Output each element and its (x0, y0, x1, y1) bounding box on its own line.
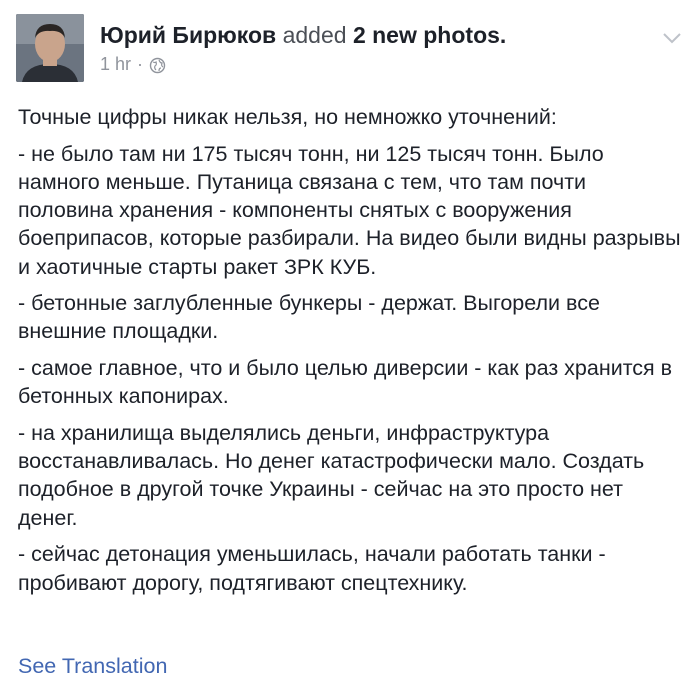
action-text: added (282, 22, 347, 48)
meta-separator: · (137, 54, 144, 74)
see-translation-link[interactable]: See Translation (18, 652, 167, 680)
time-line: 1 hr · (100, 52, 506, 76)
author-avatar[interactable] (16, 14, 84, 82)
chevron-down-icon[interactable] (660, 26, 684, 50)
post-paragraph: Точные цифры никак нельзя, но немножко у… (18, 105, 557, 129)
post-paragraph: - сейчас детонация уменьшилась, начали р… (18, 542, 606, 595)
post-timestamp[interactable]: 1 hr (100, 52, 131, 76)
author-line: Юрий Бирюков added 2 new photos. (100, 20, 506, 50)
post-paragraph: - самое главное, что и было целью диверс… (18, 356, 673, 409)
post-paragraph: - на хранилища выделялись деньги, инфрас… (18, 421, 645, 530)
post-body: Точные цифры никак нельзя, но немножко у… (18, 103, 686, 605)
post-meta: Юрий Бирюков added 2 new photos. 1 hr · (100, 20, 506, 76)
author-name[interactable]: Юрий Бирюков (100, 22, 276, 48)
post-paragraph: - бетонные заглубленные бункеры - держат… (18, 291, 600, 344)
photos-count-link[interactable]: 2 new photos. (353, 22, 506, 48)
post-paragraph: - не было там ни 175 тысяч тонн, ни 125 … (18, 141, 681, 279)
post-header: Юрий Бирюков added 2 new photos. 1 hr · (16, 14, 684, 84)
globe-icon[interactable] (149, 56, 166, 73)
facebook-post: Юрий Бирюков added 2 new photos. 1 hr · (0, 0, 700, 695)
